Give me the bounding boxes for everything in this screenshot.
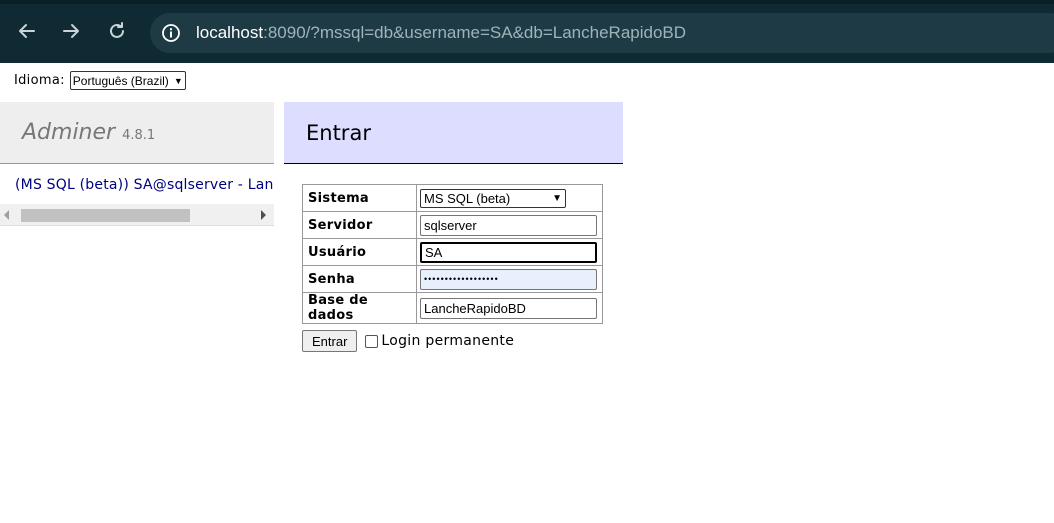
chevron-down-icon: ▼	[173, 75, 183, 86]
reload-icon	[110, 22, 124, 38]
page-title: Entrar	[306, 120, 371, 145]
server-input[interactable]: sqlserver	[420, 214, 597, 236]
password-input[interactable]: ••••••••••••••••••	[420, 268, 597, 290]
system-selected: MS SQL (beta)	[424, 190, 511, 206]
username-input[interactable]: SA	[420, 241, 597, 263]
scrollbar-thumb[interactable]	[21, 209, 190, 222]
language-selected: Português (Brazil)	[72, 73, 169, 88]
back-button[interactable]	[14, 18, 40, 44]
user-row: Usuário SA	[302, 238, 603, 266]
forward-button[interactable]	[58, 18, 84, 44]
system-select[interactable]: MS SQL (beta) ▼	[420, 188, 566, 208]
scroll-right-icon[interactable]	[261, 210, 266, 220]
url-host: localhost	[196, 23, 264, 42]
login-submit-button[interactable]: Entrar	[302, 330, 358, 352]
sidebar-menu: Adminer 4.8.1 (MS SQL (beta)) SA@sqlserv…	[0, 102, 274, 226]
adminer-logo-link[interactable]: Adminer	[22, 120, 115, 145]
server-row: Servidor sqlserver	[302, 211, 603, 239]
horizontal-scrollbar[interactable]	[0, 204, 274, 226]
forward-arrow-icon	[63, 24, 79, 38]
server-label: Servidor	[302, 211, 417, 239]
password-label: Senha	[302, 265, 417, 293]
info-icon[interactable]	[160, 22, 182, 44]
database-row: Base de dados LancheRapidoBD	[302, 292, 603, 324]
language-select[interactable]: Português (Brazil) ▼	[69, 71, 186, 90]
url-text[interactable]: localhost:8090/?mssql=db&username=SA&db=…	[196, 23, 686, 43]
scroll-left-icon[interactable]	[4, 210, 9, 220]
chevron-down-icon: ▼	[552, 192, 562, 204]
system-label: Sistema	[302, 184, 417, 212]
address-bar[interactable]: localhost:8090/?mssql=db&username=SA&db=…	[150, 13, 1054, 53]
database-input[interactable]: LancheRapidoBD	[420, 297, 597, 319]
url-path: :8090/?mssql=db&username=SA&db=LancheRap…	[263, 23, 687, 42]
version-label: 4.8.1	[122, 128, 156, 143]
permanent-login-label[interactable]: Login permanente	[381, 333, 514, 349]
form-actions: Entrar Login permanente	[302, 330, 514, 352]
database-label: Base de dados	[302, 292, 417, 324]
language-row: Idioma: Português (Brazil) ▼	[14, 71, 186, 90]
language-label: Idioma:	[14, 73, 65, 88]
content-header: Entrar	[284, 102, 623, 164]
database-link[interactable]: (MS SQL (beta)) SA@sqlserver - LancheRap…	[0, 164, 274, 204]
password-row: Senha ••••••••••••••••••	[302, 265, 603, 293]
system-row: Sistema MS SQL (beta) ▼	[302, 184, 603, 212]
user-label: Usuário	[302, 238, 417, 266]
login-form-table: Sistema MS SQL (beta) ▼ Servidor sqlserv…	[302, 184, 603, 324]
permanent-login-checkbox[interactable]	[365, 334, 379, 348]
back-arrow-icon	[19, 24, 35, 38]
menu-header: Adminer 4.8.1	[0, 102, 274, 164]
reload-button[interactable]	[104, 18, 130, 44]
browser-toolbar: localhost:8090/?mssql=db&username=SA&db=…	[0, 0, 1054, 63]
